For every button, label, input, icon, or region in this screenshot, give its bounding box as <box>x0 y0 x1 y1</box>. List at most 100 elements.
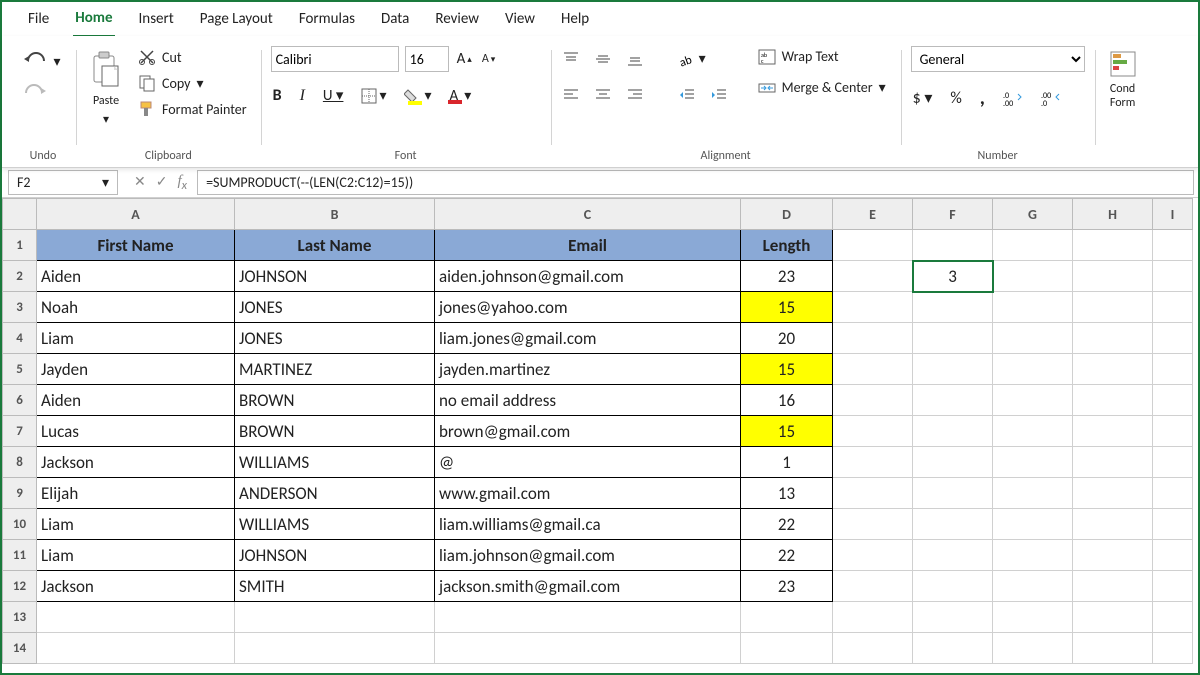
cell[interactable] <box>1153 230 1193 261</box>
bold-button[interactable]: B <box>271 82 284 109</box>
row-header-1[interactable]: 1 <box>3 230 37 261</box>
col-header-E[interactable]: E <box>833 199 913 230</box>
cell-length[interactable]: 16 <box>741 385 833 416</box>
col-header-F[interactable]: F <box>913 199 993 230</box>
cell[interactable] <box>1073 633 1153 664</box>
col-header-A[interactable]: A <box>37 199 235 230</box>
row-header-7[interactable]: 7 <box>3 416 37 447</box>
cell[interactable] <box>741 633 833 664</box>
select-all-corner[interactable] <box>3 199 37 230</box>
tab-help[interactable]: Help <box>559 4 591 36</box>
fill-color-button[interactable]: ▾ <box>402 83 433 109</box>
cell-email[interactable]: liam.jones@gmail.com <box>435 323 741 354</box>
cell-firstname[interactable]: Aiden <box>37 261 235 292</box>
decrease-indent-icon[interactable] <box>677 83 697 107</box>
increase-decimal-icon[interactable]: .0.00 <box>1001 86 1025 110</box>
increase-font-icon[interactable]: A▴ <box>455 46 474 72</box>
align-top-icon[interactable] <box>561 47 581 71</box>
row-header-12[interactable]: 12 <box>3 571 37 602</box>
cell[interactable] <box>1073 571 1153 602</box>
cell-length[interactable]: 1 <box>741 447 833 478</box>
cell[interactable] <box>1073 602 1153 633</box>
cell-lastname[interactable]: JONES <box>235 323 435 354</box>
cell[interactable] <box>1073 447 1153 478</box>
font-color-button[interactable]: A ▾ <box>448 83 474 109</box>
align-right-icon[interactable] <box>625 83 645 107</box>
cell[interactable] <box>1153 416 1193 447</box>
font-name-select[interactable] <box>271 46 399 72</box>
cell[interactable] <box>1073 509 1153 540</box>
cell-lastname[interactable]: JONES <box>235 292 435 323</box>
cell[interactable] <box>235 602 435 633</box>
italic-button[interactable]: I <box>298 83 307 109</box>
cell-lastname[interactable]: WILLIAMS <box>235 447 435 478</box>
cell[interactable] <box>913 633 993 664</box>
table-header[interactable]: First Name <box>37 230 235 261</box>
copy-button[interactable]: Copy▾ <box>134 72 251 94</box>
col-header-D[interactable]: D <box>741 199 833 230</box>
cell[interactable] <box>1073 540 1153 571</box>
cell-length[interactable]: 23 <box>741 261 833 292</box>
cell[interactable] <box>741 602 833 633</box>
cell[interactable] <box>913 230 993 261</box>
cell[interactable] <box>435 602 741 633</box>
row-header-13[interactable]: 13 <box>3 602 37 633</box>
active-cell-F2[interactable]: 3 <box>913 261 993 292</box>
paste-button[interactable]: Paste ▾ <box>86 46 126 131</box>
cell[interactable] <box>913 571 993 602</box>
underline-button[interactable]: U ▾ <box>321 82 346 109</box>
cell[interactable] <box>37 633 235 664</box>
cell[interactable] <box>1073 354 1153 385</box>
cell[interactable] <box>1073 478 1153 509</box>
cell-firstname[interactable]: Jackson <box>37 447 235 478</box>
borders-button[interactable]: ▾ <box>359 83 388 108</box>
row-header-4[interactable]: 4 <box>3 323 37 354</box>
col-header-H[interactable]: H <box>1073 199 1153 230</box>
cell-email[interactable]: jackson.smith@gmail.com <box>435 571 741 602</box>
cell[interactable] <box>833 571 913 602</box>
cell[interactable] <box>913 447 993 478</box>
row-header-3[interactable]: 3 <box>3 292 37 323</box>
cell[interactable] <box>913 416 993 447</box>
align-middle-icon[interactable] <box>593 47 613 71</box>
cell[interactable] <box>1153 602 1193 633</box>
chevron-down-icon[interactable]: ▾ <box>103 112 109 127</box>
cell[interactable] <box>833 261 913 292</box>
cell[interactable] <box>993 385 1073 416</box>
font-size-select[interactable] <box>405 46 449 72</box>
increase-indent-icon[interactable] <box>709 83 729 107</box>
cell[interactable] <box>833 292 913 323</box>
col-header-I[interactable]: I <box>1153 199 1193 230</box>
cell[interactable] <box>913 602 993 633</box>
table-header[interactable]: Email <box>435 230 741 261</box>
cell-lastname[interactable]: JOHNSON <box>235 261 435 292</box>
cell[interactable] <box>1153 354 1193 385</box>
comma-icon[interactable]: , <box>978 82 987 114</box>
cell-firstname[interactable]: Lucas <box>37 416 235 447</box>
tab-page-layout[interactable]: Page Layout <box>198 4 275 36</box>
cell[interactable] <box>1153 509 1193 540</box>
fx-icon[interactable]: fx <box>177 173 187 193</box>
row-header-11[interactable]: 11 <box>3 540 37 571</box>
currency-icon[interactable]: $ ▾ <box>911 84 935 112</box>
tab-insert[interactable]: Insert <box>137 4 176 36</box>
orientation-icon[interactable]: ab▾ <box>677 46 708 71</box>
cell[interactable] <box>993 602 1073 633</box>
cell-firstname[interactable]: Elijah <box>37 478 235 509</box>
chevron-down-icon[interactable]: ▾ <box>196 75 203 92</box>
cell[interactable] <box>913 385 993 416</box>
cell[interactable] <box>1073 261 1153 292</box>
tab-formulas[interactable]: Formulas <box>297 4 357 36</box>
wrap-text-button[interactable]: abc Wrap Text <box>754 46 890 67</box>
cell-email[interactable]: jones@yahoo.com <box>435 292 741 323</box>
cell-length[interactable]: 23 <box>741 571 833 602</box>
cell-email[interactable]: liam.johnson@gmail.com <box>435 540 741 571</box>
align-center-icon[interactable] <box>593 83 613 107</box>
tab-view[interactable]: View <box>503 4 537 36</box>
cell-email[interactable]: jayden.martinez <box>435 354 741 385</box>
cell[interactable] <box>1153 540 1193 571</box>
cell[interactable] <box>833 385 913 416</box>
cell[interactable] <box>913 540 993 571</box>
align-left-icon[interactable] <box>561 83 581 107</box>
cell[interactable] <box>913 292 993 323</box>
